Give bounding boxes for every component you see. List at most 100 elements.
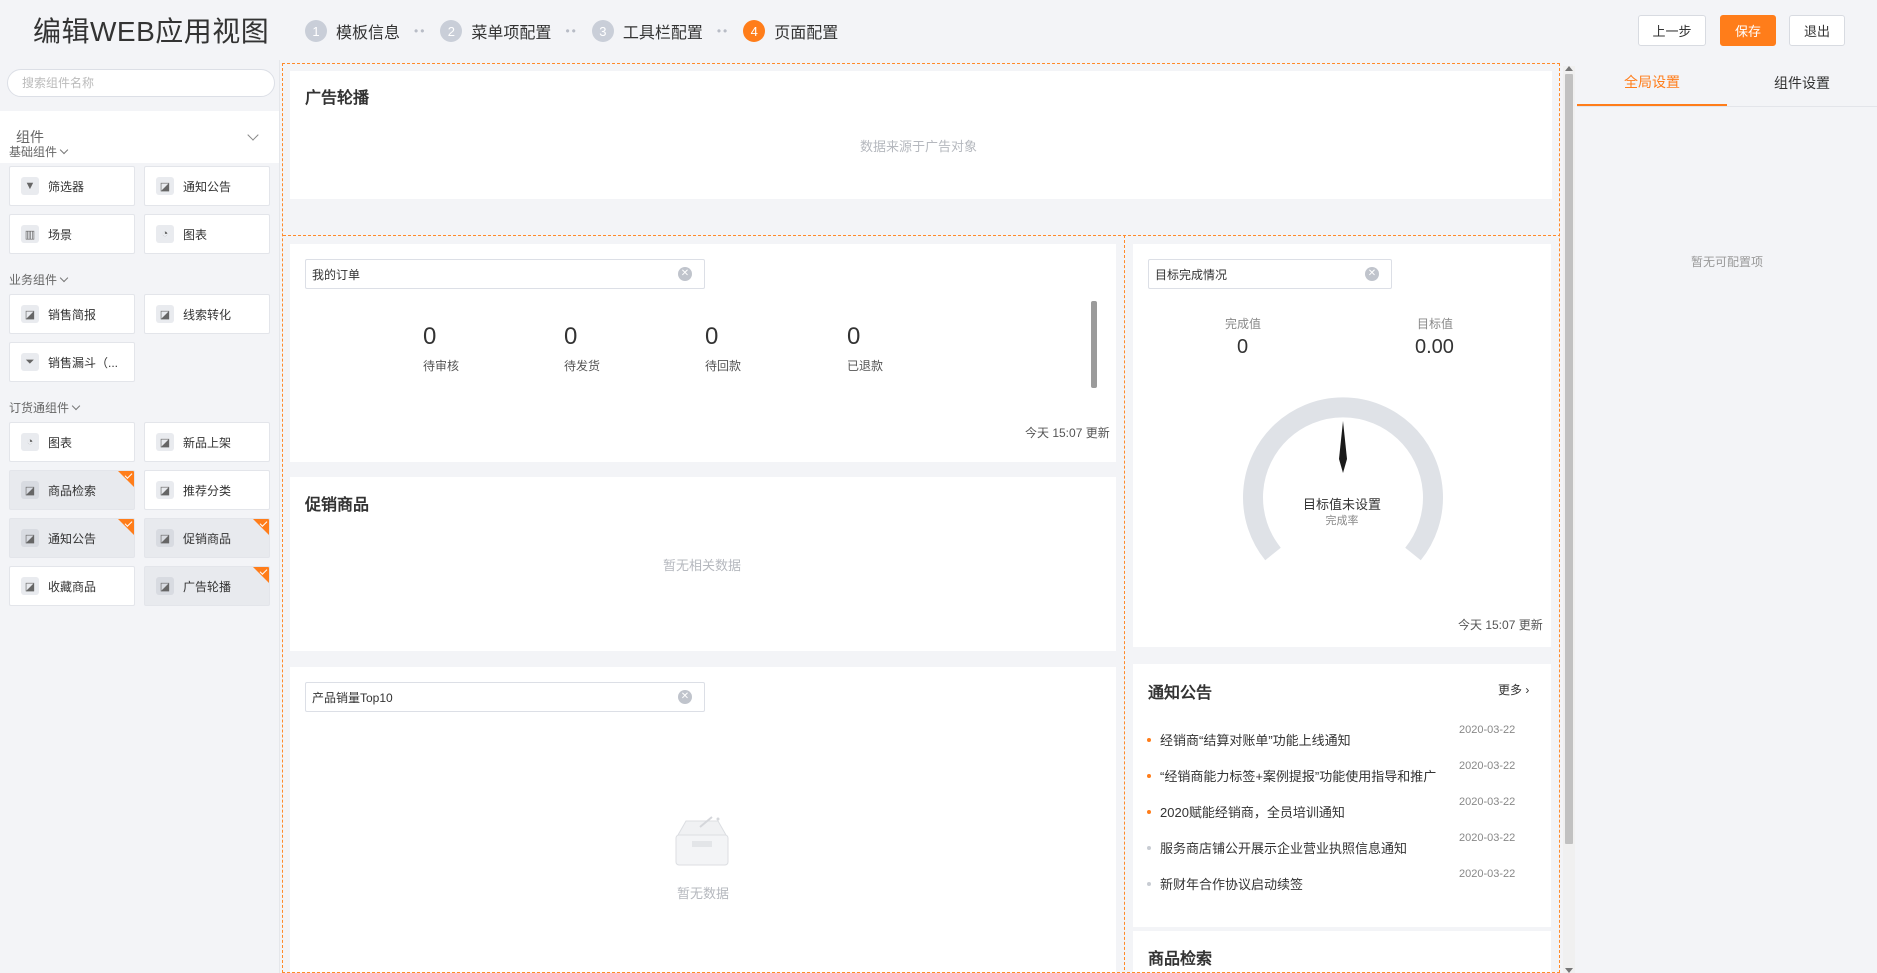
step-label: 页面配置 <box>774 25 839 42</box>
step-number: 2 <box>440 20 463 42</box>
prev-step-button[interactable]: 上一步 <box>1638 15 1706 46</box>
empty-settings-text: 暂无可配置项 <box>1690 255 1763 269</box>
component-panel: 组件 基础组件 ▼筛选器 ◪通知公告 ▥场景 ◔图表 业务组件 ◪销售简报 ◪线… <box>0 60 280 973</box>
group-ordering-components[interactable]: 订货通组件 <box>9 399 81 416</box>
notice-title: 经销商“结算对账单”功能上线通知 <box>1160 733 1351 748</box>
component-icon: ◪ <box>156 577 174 595</box>
component-sales-brief[interactable]: ◪ 销售简报 <box>9 294 135 334</box>
tab-global-settings[interactable]: 全局设置 <box>1577 60 1727 106</box>
chevron-right-icon: › <box>1525 683 1530 697</box>
bullet-dot <box>1147 809 1151 814</box>
exit-button[interactable]: 退出 <box>1789 15 1845 46</box>
product-search-card[interactable]: 商品检索 <box>1133 931 1551 972</box>
notice-item[interactable]: 服务商店铺公开展示企业营业执照信息通知 2020-03-22 <box>1147 832 1547 857</box>
step-number: 3 <box>591 20 614 42</box>
component-order-notice[interactable]: ◪ 通知公告 <box>9 518 135 558</box>
column-divider <box>1124 235 1125 972</box>
component-favorite-products[interactable]: ◪ 收藏商品 <box>9 566 135 606</box>
step-separator: •• <box>565 24 578 38</box>
component-label: 商品检索 <box>48 483 97 498</box>
goal-completion-card[interactable]: 目标完成情况 ✕ 完成值 0 目标值 0.00 目标值未设置 完成率 今天 15… <box>1133 244 1551 647</box>
stat-value: 0 <box>705 323 719 350</box>
stat-value: 0 <box>564 323 578 350</box>
sales-top10-card[interactable]: 产品销量Top10 ✕ 暂无数据 <box>290 667 1116 972</box>
step-page-config[interactable]: 4 页面配置 <box>743 19 838 43</box>
checkmark-corner-icon <box>118 519 134 535</box>
scroll-down-arrow-icon[interactable] <box>1565 968 1573 973</box>
tab-component-settings[interactable]: 组件设置 <box>1727 60 1877 106</box>
step-separator: •• <box>414 24 427 38</box>
notice-item[interactable]: 新财年合作协议启动续签 2020-03-22 <box>1147 868 1547 893</box>
gauge-sub-text: 完成率 <box>1325 515 1359 527</box>
funnel-icon: ⏷ <box>21 353 39 371</box>
scrollbar-thumb[interactable] <box>1565 74 1573 844</box>
empty-box-icon <box>675 816 729 866</box>
bullet-dot <box>1147 845 1151 850</box>
scroll-up-arrow-icon[interactable] <box>1565 66 1573 71</box>
my-orders-card[interactable]: 我的订单 ✕ 0 待审核 0 待发货 0 待回款 0 已退款 今天 15:07 … <box>290 244 1116 462</box>
canvas-scrollbar[interactable] <box>1563 66 1575 973</box>
stat-value: 0 <box>847 323 861 350</box>
notice-title: 2020赋能经销商，全员培训通知 <box>1160 805 1345 820</box>
component-ad-carousel[interactable]: ◪ 广告轮播 <box>144 566 270 606</box>
stat-label: 待发货 <box>564 359 601 373</box>
updated-time: 今天 15:07 更新 <box>1458 618 1543 632</box>
component-search-box[interactable] <box>7 69 275 97</box>
component-label: 销售简报 <box>48 307 97 322</box>
more-link[interactable]: 更多 › <box>1498 681 1529 698</box>
component-new-arrivals[interactable]: ◪ 新品上架 <box>144 422 270 462</box>
group-title-label: 业务组件 <box>9 273 58 287</box>
notice-item[interactable]: “经销商能力标签+案例提报”功能使用指导和推广 2020-03-22 <box>1147 760 1547 785</box>
component-notice[interactable]: ◪ 通知公告 <box>144 166 270 206</box>
goal-source-select[interactable]: 目标完成情况 ✕ <box>1148 259 1392 289</box>
layout-icon: ▥ <box>21 225 39 243</box>
checkmark-corner-icon <box>118 471 134 487</box>
checkmark-corner-icon <box>253 567 269 583</box>
component-chart[interactable]: ◔ 图表 <box>144 214 270 254</box>
step-indicator: 1 模板信息 •• 2 菜单项配置 •• 3 工具栏配置 •• 4 页面配置 <box>305 19 838 43</box>
component-promo-products[interactable]: ◪ 促销商品 <box>144 518 270 558</box>
select-value: 目标完成情况 <box>1155 267 1228 282</box>
ad-carousel-card[interactable]: 广告轮播 数据来源于广告对象 <box>290 71 1552 199</box>
clear-icon[interactable]: ✕ <box>678 267 692 281</box>
notice-item[interactable]: 2020赋能经销商，全员培训通知 2020-03-22 <box>1147 796 1547 821</box>
component-icon: ◪ <box>156 529 174 547</box>
component-order-chart[interactable]: ◔ 图表 <box>9 422 135 462</box>
orders-scrollbar[interactable] <box>1091 301 1097 388</box>
component-lead-conversion[interactable]: ◪ 线索转化 <box>144 294 270 334</box>
group-basic-components[interactable]: 基础组件 <box>9 143 69 160</box>
component-label: 新品上架 <box>183 435 232 450</box>
component-recommended-category[interactable]: ◪ 推荐分类 <box>144 470 270 510</box>
step-toolbar-config[interactable]: 3 工具栏配置 <box>591 19 703 43</box>
top10-source-select[interactable]: 产品销量Top10 ✕ <box>305 682 705 712</box>
notice-card[interactable]: 通知公告 更多 › 经销商“结算对账单”功能上线通知 2020-03-22 “经… <box>1133 664 1551 927</box>
clear-icon[interactable]: ✕ <box>678 690 692 704</box>
promo-products-card[interactable]: 促销商品 暂无相关数据 <box>290 477 1116 651</box>
component-search-input[interactable] <box>22 76 260 90</box>
component-icon: ◪ <box>21 481 39 499</box>
component-label: 销售漏斗（... <box>48 355 119 370</box>
save-button[interactable]: 保存 <box>1720 15 1776 46</box>
step-template-info[interactable]: 1 模板信息 <box>305 19 400 43</box>
orders-source-select[interactable]: 我的订单 ✕ <box>305 259 705 289</box>
component-scene[interactable]: ▥ 场景 <box>9 214 135 254</box>
group-business-components[interactable]: 业务组件 <box>9 271 69 288</box>
stat-label: 待回款 <box>705 359 742 373</box>
notice-item[interactable]: 经销商“结算对账单”功能上线通知 2020-03-22 <box>1147 724 1547 749</box>
step-label: 工具栏配置 <box>622 25 703 42</box>
step-menu-config[interactable]: 2 菜单项配置 <box>440 19 551 43</box>
component-product-search[interactable]: ◪ 商品检索 <box>9 470 135 510</box>
pie-chart-icon: ◔ <box>156 225 174 243</box>
component-sales-funnel[interactable]: ⏷ 销售漏斗（... <box>9 342 135 382</box>
step-separator: •• <box>716 24 730 38</box>
component-filter[interactable]: ▼ 筛选器 <box>9 166 135 206</box>
gauge-main-text: 目标值未设置 <box>1302 497 1381 512</box>
card-title: 促销商品 <box>305 497 370 514</box>
notice-date: 2020-03-22 <box>1459 724 1516 736</box>
card-title: 广告轮播 <box>305 90 370 107</box>
component-label: 收藏商品 <box>48 579 97 594</box>
clear-icon[interactable]: ✕ <box>1365 267 1379 281</box>
component-icon: ◪ <box>21 305 39 323</box>
component-icon: ◪ <box>156 433 174 451</box>
stat-label: 已退款 <box>847 359 884 373</box>
